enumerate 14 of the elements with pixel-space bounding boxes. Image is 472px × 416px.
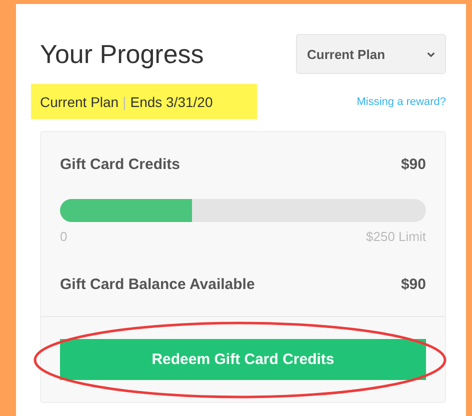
credits-amount: $90 [400,156,426,173]
credits-label: Gift Card Credits [60,156,180,173]
page-title: Your Progress [40,38,204,70]
redeem-button[interactable]: Redeem Gift Card Credits [60,339,426,380]
balance-label: Gift Card Balance Available [60,276,255,293]
separator: | [122,94,126,110]
plan-end-date: Ends 3/31/20 [130,94,213,110]
plan-dropdown[interactable]: Current Plan [296,34,446,74]
chevron-down-icon [427,52,435,56]
scale-limit: $250 Limit [366,229,426,244]
missing-reward-link[interactable]: Missing a reward? [356,96,446,108]
balance-amount: $90 [400,276,426,293]
plan-name: Current Plan [40,94,119,110]
scale-min: 0 [60,229,68,244]
